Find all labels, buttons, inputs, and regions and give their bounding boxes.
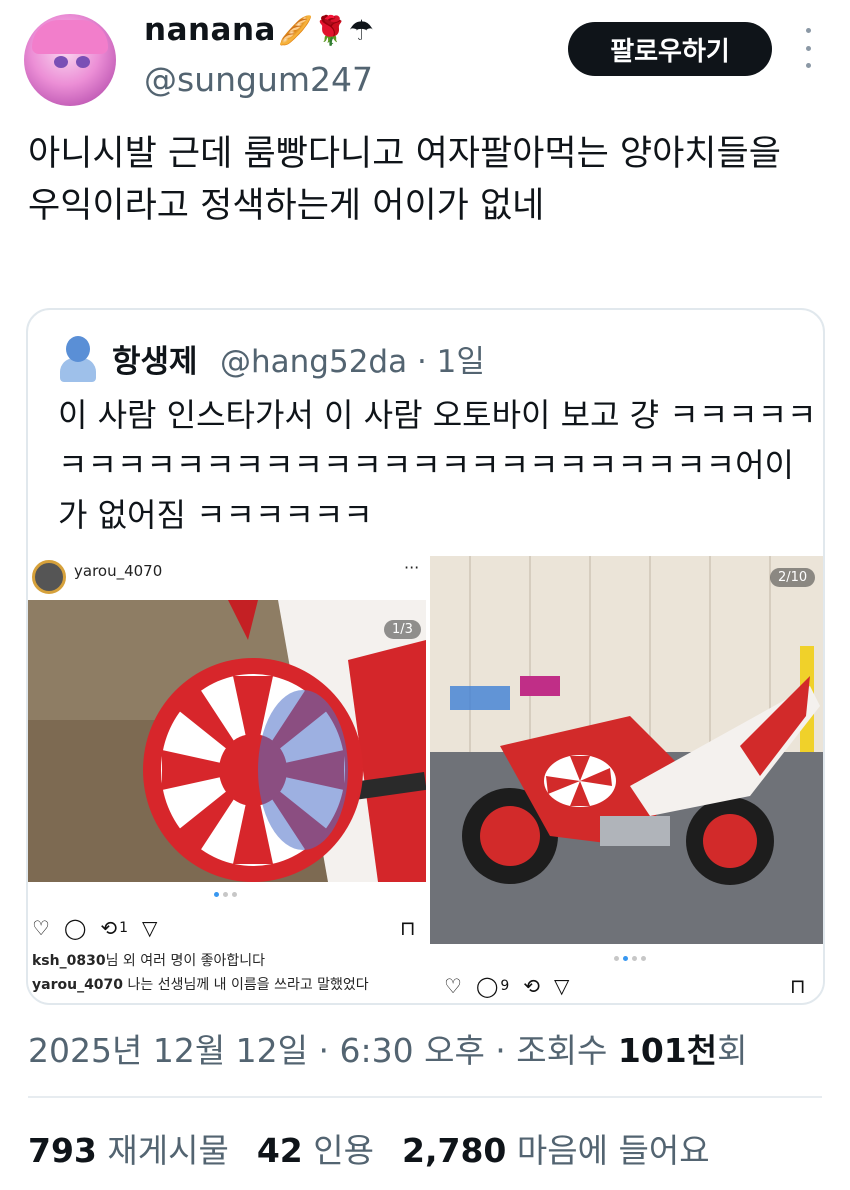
reposts-count: 793 (28, 1131, 97, 1170)
ig-likes-line: ksh_0830님 외 여러 명이 좋아합니다 (32, 950, 265, 970)
motorcycle-illustration (430, 556, 823, 944)
ig-user-avatar (32, 560, 66, 594)
heart-icon: ♡ (32, 916, 50, 940)
avatar-hair-shape (32, 20, 108, 54)
ig-post-header: yarou_4070 ··· (28, 556, 426, 600)
quotes-stat[interactable]: 42 인용 (257, 1131, 374, 1170)
tweet-meta: 2025년 12월 12일 · 6:30 오후 · 조회수 101천회 (28, 1024, 747, 1072)
quote-media-image-right[interactable]: 2/10 ♡ ◯ 9 ⟲ ▽ ⊓ (430, 556, 823, 1003)
reposts-stat[interactable]: 793 재게시물 (28, 1131, 229, 1170)
tweet-text: 아니시발 근데 룸빵다니고 여자팔아먹는 양아치들을 우익이라고 정색하는게 어… (28, 134, 781, 226)
likes-label: 마음에 들어요 (516, 1131, 710, 1170)
ig-photo-motorcycle: 2/10 (430, 556, 823, 944)
follow-button[interactable]: 팔로우하기 (568, 22, 772, 76)
quoted-tweet-card[interactable]: 항생제 @hang52da · 1일 이 사람 인스타가서 이 사람 오토바이 … (26, 308, 825, 1005)
ig-photo-motorcycle-tail: 1/3 (28, 600, 426, 882)
send-icon: ▽ (554, 974, 570, 998)
comment-icon: ◯ (63, 916, 87, 940)
ig-repost-count: 1 (119, 920, 129, 936)
reposts-label: 재게시물 (107, 1131, 229, 1170)
repost-icon: ⟲ (523, 974, 541, 998)
quote-text: 이 사람 인스타가서 이 사람 오토바이 보고 걍 ㅋㅋㅋㅋㅋㅋㅋㅋㅋㅋㅋㅋㅋㅋ… (58, 396, 817, 534)
view-count: 101천 (617, 1031, 718, 1070)
ig-carousel-dots (214, 892, 237, 897)
divider (28, 1096, 822, 1098)
ig-likes-rest: 님 외 여러 명이 좋아합니다 (105, 953, 266, 969)
ig-image-counter: 1/3 (384, 620, 421, 639)
ig-actions-bar: ♡ ◯ ⟲ 1 ▽ (32, 916, 157, 940)
avatar-eye (76, 56, 90, 68)
tweet-datetime[interactable]: 2025년 12월 12일 · 6:30 오후 · 조회수 (28, 1031, 618, 1070)
ig-caption-text: 나는 선생님께 내 이름을 쓰라고 말했었다 (123, 977, 369, 993)
engagement-stats: 793 재게시물 42 인용 2,780 마음에 들어요 (28, 1124, 710, 1172)
quote-author-handle: @hang52da · 1일 (220, 344, 485, 380)
author-handle[interactable]: @sungum247 (144, 60, 373, 99)
ig-comment-count: 9 (500, 978, 510, 994)
quotes-count: 42 (256, 1131, 303, 1170)
ig-caption-line: yarou_4070 나는 선생님께 내 이름을 쓰라고 말했었다 (32, 974, 369, 994)
view-suffix: 회 (717, 1031, 748, 1070)
more-options-icon[interactable] (798, 28, 818, 68)
display-name-text: nanana (144, 12, 276, 48)
author-avatar[interactable] (24, 14, 116, 106)
motorcycle-tail-illustration (28, 600, 426, 882)
quote-media-image-left[interactable]: yarou_4070 ··· 1/3 ♡ ◯ ⟲ 1 ▽ ⊓ ksh_0830님… (28, 556, 426, 1003)
quotes-label: 인용 (313, 1131, 375, 1170)
bookmark-icon: ⊓ (400, 916, 416, 940)
comment-icon: ◯ (475, 974, 499, 998)
ig-likes-user: ksh_0830 (32, 953, 106, 969)
author-display-name[interactable]: nanana🥖🌹☂ (144, 12, 374, 48)
heart-icon: ♡ (444, 974, 462, 998)
ig-image-counter: 2/10 (770, 568, 816, 587)
bookmark-icon: ⊓ (790, 974, 806, 998)
ig-actions-bar: ♡ ◯ 9 ⟲ ▽ (444, 974, 569, 998)
ig-username: yarou_4070 (74, 562, 163, 580)
send-icon: ▽ (142, 916, 158, 940)
likes-stat[interactable]: 2,780 마음에 들어요 (402, 1131, 710, 1170)
ig-caption-user: yarou_4070 (32, 977, 124, 993)
avatar-eye (54, 56, 68, 68)
name-emojis: 🥖🌹☂ (277, 14, 375, 47)
ig-more-icon: ··· (404, 558, 420, 577)
ig-carousel-dots (614, 956, 646, 961)
quote-author-avatar[interactable] (58, 336, 98, 384)
quote-author-name[interactable]: 항생제 (112, 336, 198, 381)
likes-count: 2,780 (402, 1131, 507, 1170)
repost-icon: ⟲ (100, 916, 118, 940)
